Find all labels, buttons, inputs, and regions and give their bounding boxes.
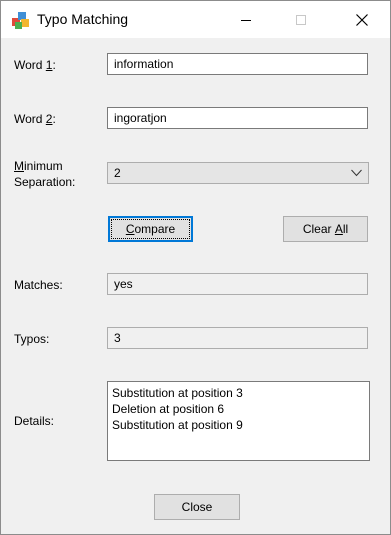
clear-accel: A — [334, 222, 343, 236]
min-separation-value: 2 — [114, 166, 121, 180]
details-line: Deletion at position 6 — [112, 402, 225, 416]
maximize-icon — [296, 14, 306, 25]
typos-output: 3 — [107, 327, 368, 349]
min-separation-select[interactable]: 2 — [107, 162, 369, 184]
details-label: Details: — [14, 414, 55, 428]
word1-label-colon: : — [52, 58, 56, 72]
clear-label-rest: ll — [342, 222, 349, 236]
window-title: Typo Matching — [37, 11, 129, 27]
app-icon — [12, 12, 29, 29]
details-line: Substitution at position 9 — [112, 418, 243, 432]
compare-accel: C — [125, 222, 135, 236]
close-window-button[interactable] — [339, 1, 385, 38]
word1-input[interactable]: information — [107, 53, 368, 75]
word2-label-text: Word — [14, 112, 46, 126]
matches-output: yes — [107, 273, 368, 295]
compare-label: ompare — [134, 222, 176, 236]
chevron-down-icon — [351, 169, 362, 177]
min-separation-label-line1: inimum — [24, 159, 63, 173]
clear-label-pre: Clear — [302, 222, 335, 236]
min-separation-accel: M — [14, 159, 24, 173]
word1-label: Word 1: — [14, 57, 56, 73]
minimize-icon — [241, 19, 251, 21]
close-icon — [356, 13, 368, 26]
typo-matching-window: Typo Matching Word 1: information Word 2… — [0, 0, 391, 535]
details-line: Substitution at position 3 — [112, 386, 243, 400]
min-separation-label: Minimum Separation: — [14, 158, 75, 190]
maximize-button[interactable] — [278, 1, 324, 38]
word2-input[interactable]: ingoratjon — [107, 107, 368, 129]
close-button[interactable]: Close — [154, 494, 240, 520]
min-separation-label-line2: Separation: — [14, 175, 76, 189]
title-bar: Typo Matching — [1, 1, 390, 38]
word1-label-text: Word — [14, 58, 46, 72]
word2-label-colon: : — [52, 112, 56, 126]
typos-label: Typos: — [14, 332, 50, 346]
clear-all-button[interactable]: Clear All — [283, 216, 368, 242]
compare-button[interactable]: Compare — [108, 216, 193, 242]
details-textarea[interactable]: Substitution at position 3 Deletion at p… — [107, 381, 370, 461]
minimize-button[interactable] — [223, 1, 269, 38]
matches-label: Matches: — [14, 278, 63, 292]
word2-label: Word 2: — [14, 111, 56, 127]
